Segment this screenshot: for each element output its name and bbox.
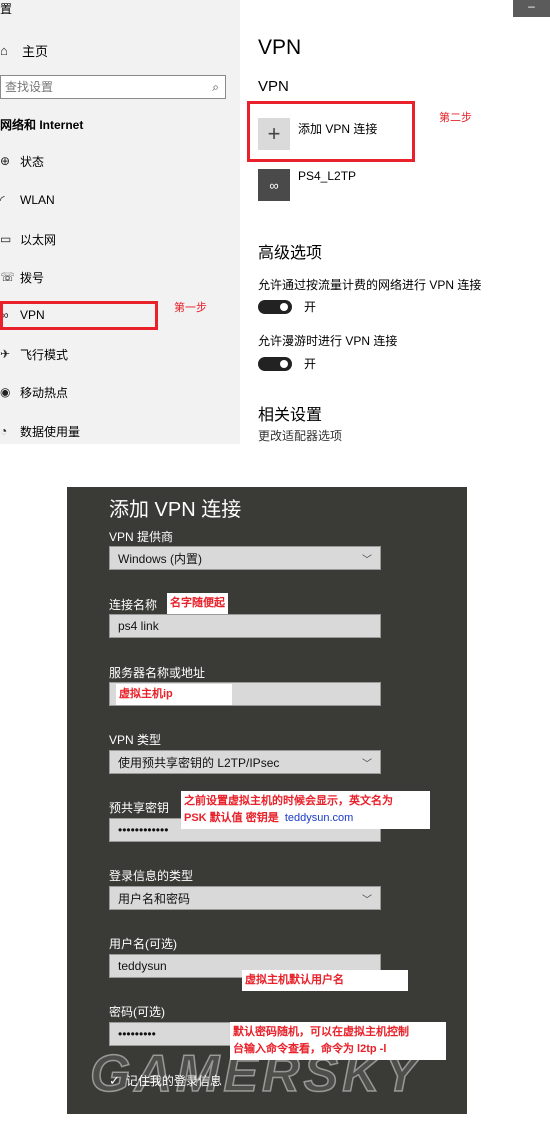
sidebar-item-label: 飞行模式 bbox=[20, 347, 69, 362]
roaming-toggle[interactable] bbox=[258, 356, 292, 371]
minimize-button[interactable]: – bbox=[513, 0, 550, 17]
hotspot-icon: ◉ bbox=[0, 385, 11, 399]
sidebar-item-label: WLAN bbox=[20, 193, 55, 207]
step2-highlight bbox=[247, 101, 415, 162]
sidebar-item-home[interactable]: ⌂ 主页 bbox=[0, 40, 48, 60]
password-label: 密码(可选) bbox=[109, 1005, 165, 1019]
provider-select[interactable]: Windows (内置) ﹀ bbox=[109, 546, 381, 570]
step1-highlight bbox=[0, 301, 158, 330]
sidebar-item-dialup[interactable]: ☏ 拨号 bbox=[0, 266, 150, 288]
sidebar-item-airplane[interactable]: ✈ 飞行模式 bbox=[0, 343, 150, 365]
step2-note: 第二步 bbox=[439, 112, 472, 124]
roaming-toggle-row: 开 bbox=[258, 355, 316, 372]
psk-note-key: teddysun.com bbox=[284, 812, 354, 824]
wifi-icon: ◜ bbox=[0, 193, 5, 207]
advanced-options-title: 高级选项 bbox=[258, 245, 323, 262]
toggle-state: 开 bbox=[304, 300, 317, 314]
metered-option-label: 允许通过按流量计费的网络进行 VPN 连接 bbox=[258, 278, 482, 292]
dialog-title: 添加 VPN 连接 bbox=[109, 499, 242, 521]
sidebar-item-label: 状态 bbox=[20, 154, 45, 169]
connection-name-value: ps4 link bbox=[118, 619, 159, 633]
username-value: teddysun bbox=[118, 959, 167, 973]
vpn-type-select[interactable]: 使用预共享密钥的 L2TP/IPsec ﹀ bbox=[109, 750, 381, 774]
password-field[interactable]: ••••••••• bbox=[109, 1022, 239, 1046]
username-label: 用户名(可选) bbox=[109, 937, 177, 951]
sidebar-title: 置 bbox=[0, 2, 13, 16]
search-input[interactable] bbox=[5, 80, 185, 94]
toggle-state: 开 bbox=[304, 357, 317, 371]
vpn-type-label: VPN 类型 bbox=[109, 733, 162, 747]
sidebar-item-hotspot[interactable]: ◉ 移动热点 bbox=[0, 381, 150, 403]
adapter-options-link[interactable]: 更改适配器选项 bbox=[258, 427, 342, 444]
psk-note-label: PSK 默认值 密钥是 bbox=[184, 812, 279, 824]
toggle-knob bbox=[280, 359, 288, 368]
psk-note-line1: 之前设置虚拟主机的时候会显示，英文名为 bbox=[184, 795, 393, 807]
home-icon: ⌂ bbox=[0, 42, 8, 58]
connection-name-label: 连接名称 bbox=[109, 598, 158, 612]
sidebar-item-label: 移动热点 bbox=[20, 385, 69, 400]
sidebar-item-wlan[interactable]: ◜ WLAN bbox=[0, 189, 150, 211]
related-settings-title: 相关设置 bbox=[258, 407, 323, 424]
psk-note-line2: PSK 默认值 密钥是 teddysun.com bbox=[184, 810, 427, 827]
sidebar-item-data-usage[interactable]: ◔ 数据使用量 bbox=[0, 420, 150, 442]
search-icon[interactable]: ⌕ bbox=[212, 80, 219, 95]
sidebar-item-label: 主页 bbox=[22, 43, 49, 59]
search-box[interactable]: ⌕ bbox=[0, 75, 226, 99]
psk-label: 预共享密钥 bbox=[109, 801, 170, 815]
connection-name-field[interactable]: ps4 link bbox=[109, 614, 381, 638]
sidebar-item-label: 拨号 bbox=[20, 270, 45, 285]
psk-value: •••••••••••• bbox=[118, 823, 169, 837]
provider-value: Windows (内置) bbox=[118, 551, 203, 566]
add-vpn-dialog: 添加 VPN 连接 VPN 提供商 Windows (内置) ﹀ 连接名称 名字… bbox=[67, 487, 467, 1114]
dialup-icon: ☏ bbox=[0, 270, 14, 284]
signin-type-value: 用户名和密码 bbox=[118, 891, 191, 906]
settings-window: 置 ⌂ 主页 ⌕ 网络和 Internet ⊕ 状态 ◜ WLAN ▭ 以太网 … bbox=[0, 0, 550, 444]
vpn-type-value: 使用预共享密钥的 L2TP/IPsec bbox=[118, 755, 280, 770]
vpn-connection-item[interactable]: ∞ PS4_L2TP bbox=[258, 169, 356, 201]
chevron-down-icon: ﹀ bbox=[362, 758, 372, 770]
signin-type-label: 登录信息的类型 bbox=[109, 869, 194, 883]
page-title: VPN bbox=[258, 36, 302, 59]
server-label: 服务器名称或地址 bbox=[109, 666, 206, 680]
chevron-down-icon: ﹀ bbox=[362, 894, 372, 906]
airplane-icon: ✈ bbox=[0, 347, 11, 361]
data-usage-icon: ◔ bbox=[0, 424, 8, 438]
sidebar-section-title: 网络和 Internet bbox=[0, 118, 84, 132]
username-annotation: 虚拟主机默认用户名 bbox=[242, 970, 408, 991]
signin-type-select[interactable]: 用户名和密码 ﹀ bbox=[109, 886, 381, 910]
password-value: ••••••••• bbox=[118, 1027, 156, 1041]
provider-label: VPN 提供商 bbox=[109, 530, 174, 544]
sidebar-item-ethernet[interactable]: ▭ 以太网 bbox=[0, 228, 150, 250]
name-annotation: 名字随便起 bbox=[167, 593, 228, 614]
section-title-vpn: VPN bbox=[258, 78, 289, 95]
roaming-option-label: 允许漫游时进行 VPN 连接 bbox=[258, 334, 398, 348]
psk-annotation: 之前设置虚拟主机的时候会显示，英文名为 PSK 默认值 密钥是 teddysun… bbox=[181, 791, 430, 829]
watermark: GAMERSKY bbox=[89, 1044, 423, 1104]
sidebar-item-label: 以太网 bbox=[20, 232, 57, 247]
step1-note: 第一步 bbox=[174, 302, 207, 314]
vpn-connection-name: PS4_L2TP bbox=[298, 169, 357, 183]
metered-toggle-row: 开 bbox=[258, 298, 316, 315]
sidebar-item-label: 数据使用量 bbox=[20, 424, 81, 439]
vpn-connection-icon: ∞ bbox=[258, 169, 290, 201]
password-note-line1: 默认密码随机，可以在虚拟主机控制 bbox=[233, 1026, 409, 1038]
server-annotation: 虚拟主机ip bbox=[116, 684, 232, 705]
sidebar-item-status[interactable]: ⊕ 状态 bbox=[0, 150, 150, 172]
ethernet-icon: ▭ bbox=[0, 232, 12, 246]
metered-toggle[interactable] bbox=[258, 299, 292, 314]
globe-icon: ⊕ bbox=[0, 154, 11, 168]
chevron-down-icon: ﹀ bbox=[362, 554, 372, 566]
toggle-knob bbox=[280, 302, 288, 311]
sidebar: 置 ⌂ 主页 ⌕ 网络和 Internet ⊕ 状态 ◜ WLAN ▭ 以太网 … bbox=[0, 0, 240, 444]
